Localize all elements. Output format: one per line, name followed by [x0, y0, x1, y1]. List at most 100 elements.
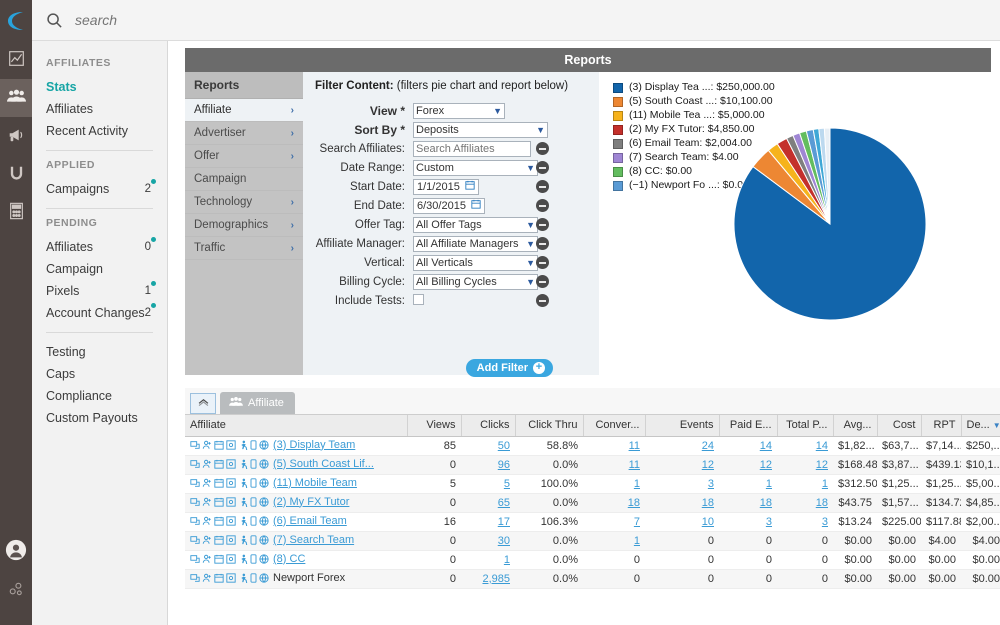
rail-item-reports[interactable]: [0, 41, 32, 79]
runner-icon[interactable]: [238, 535, 248, 548]
screen-icon[interactable]: [226, 516, 236, 529]
desktop-icon[interactable]: [190, 459, 200, 472]
person-add-icon[interactable]: [202, 459, 212, 472]
remove-filter-button[interactable]: [536, 294, 549, 307]
mobile-icon[interactable]: [250, 516, 257, 529]
table-row[interactable]: (11) Mobile Team55100.0%1311$312.50$1,25…: [185, 474, 1000, 493]
calendar-icon[interactable]: [465, 180, 475, 193]
table-cell[interactable]: 14: [719, 436, 777, 455]
filter-select-sort-by[interactable]: Deposits: [413, 122, 548, 138]
column-header-clicks[interactable]: Clicks: [461, 415, 515, 436]
table-cell[interactable]: 12: [645, 455, 719, 474]
remove-filter-button[interactable]: [536, 161, 549, 174]
search-input[interactable]: [73, 11, 373, 29]
runner-icon[interactable]: [238, 516, 248, 529]
remove-filter-button[interactable]: [536, 275, 549, 288]
affiliate-name[interactable]: (5) South Coast Lif...: [273, 458, 374, 470]
screen-icon[interactable]: [226, 440, 236, 453]
remove-filter-button[interactable]: [536, 256, 549, 269]
table-cell[interactable]: 96: [461, 455, 515, 474]
column-header-paid-e[interactable]: Paid E...: [719, 415, 777, 436]
calendar-icon[interactable]: [214, 516, 224, 529]
desktop-icon[interactable]: [190, 440, 200, 453]
subnav-item-advertiser[interactable]: Advertiser›: [185, 122, 303, 145]
remove-filter-button[interactable]: [536, 180, 549, 193]
calendar-icon[interactable]: [214, 535, 224, 548]
mobile-icon[interactable]: [250, 573, 257, 586]
rail-item-traffic[interactable]: [0, 155, 32, 193]
subnav-item-offer[interactable]: Offer›: [185, 145, 303, 168]
table-cell[interactable]: 12: [777, 455, 833, 474]
screen-icon[interactable]: [226, 554, 236, 567]
rail-item-affiliates[interactable]: [0, 79, 32, 117]
person-add-icon[interactable]: [202, 478, 212, 491]
sidebar-item-campaign[interactable]: Campaign: [46, 258, 167, 280]
subnav-item-affiliate[interactable]: Affiliate›: [185, 99, 303, 122]
desktop-icon[interactable]: [190, 554, 200, 567]
tab-affiliate[interactable]: Affiliate: [220, 392, 295, 414]
affiliate-name[interactable]: (2) My FX Tutor: [273, 496, 349, 508]
remove-filter-button[interactable]: [536, 199, 549, 212]
table-cell[interactable]: 1: [583, 531, 645, 550]
person-add-icon[interactable]: [202, 497, 212, 510]
mobile-icon[interactable]: [250, 497, 257, 510]
desktop-icon[interactable]: [190, 497, 200, 510]
filter-select-vertical[interactable]: All Verticals: [413, 255, 538, 271]
table-cell[interactable]: 12: [719, 455, 777, 474]
runner-icon[interactable]: [238, 478, 248, 491]
desktop-icon[interactable]: [190, 478, 200, 491]
sidebar-item-testing[interactable]: Testing: [46, 341, 167, 363]
calendar-icon[interactable]: [214, 573, 224, 586]
globe-icon[interactable]: [259, 459, 269, 472]
table-cell[interactable]: 17: [461, 512, 515, 531]
table-cell[interactable]: 30: [461, 531, 515, 550]
person-add-icon[interactable]: [202, 440, 212, 453]
desktop-icon[interactable]: [190, 573, 200, 586]
table-row[interactable]: (3) Display Team855058.8%11241414$1,82..…: [185, 436, 1000, 455]
person-add-icon[interactable]: [202, 535, 212, 548]
column-header-rpt[interactable]: RPT: [921, 415, 961, 436]
sidebar-item-stats[interactable]: Stats: [46, 76, 167, 98]
table-cell[interactable]: 1: [719, 474, 777, 493]
column-header-cost[interactable]: Cost: [877, 415, 921, 436]
collapse-button[interactable]: [190, 393, 216, 414]
column-header-click-thru[interactable]: Click Thru: [515, 415, 583, 436]
table-cell[interactable]: 18: [777, 493, 833, 512]
globe-icon[interactable]: [259, 554, 269, 567]
sidebar-item-custom-payouts[interactable]: Custom Payouts: [46, 407, 167, 429]
table-cell[interactable]: 3: [645, 474, 719, 493]
subnav-item-technology[interactable]: Technology›: [185, 191, 303, 214]
sidebar-item-recent-activity[interactable]: Recent Activity: [46, 120, 167, 142]
settings-button[interactable]: [0, 571, 32, 611]
search-affiliates-input[interactable]: [413, 141, 531, 157]
table-cell[interactable]: 1: [461, 550, 515, 569]
sidebar-item-campaigns[interactable]: Campaigns2: [46, 178, 167, 200]
mobile-icon[interactable]: [250, 535, 257, 548]
table-row[interactable]: (7) Search Team0300.0%1000$0.00$0.00$4.0…: [185, 531, 1000, 550]
table-cell[interactable]: 7: [583, 512, 645, 531]
column-header-total-p[interactable]: Total P...: [777, 415, 833, 436]
globe-icon[interactable]: [259, 535, 269, 548]
screen-icon[interactable]: [226, 497, 236, 510]
mobile-icon[interactable]: [250, 478, 257, 491]
calendar-icon[interactable]: [214, 459, 224, 472]
filter-select-offer-tag[interactable]: All Offer Tags: [413, 217, 538, 233]
column-header-events[interactable]: Events: [645, 415, 719, 436]
include-tests-checkbox[interactable]: [413, 294, 424, 305]
user-profile-button[interactable]: [0, 531, 32, 571]
globe-icon[interactable]: [259, 478, 269, 491]
filter-select-view[interactable]: Forex: [413, 103, 505, 119]
screen-icon[interactable]: [226, 573, 236, 586]
runner-icon[interactable]: [238, 554, 248, 567]
subnav-item-demographics[interactable]: Demographics›: [185, 214, 303, 237]
filter-select-date-range[interactable]: Custom: [413, 160, 538, 176]
date-input-start[interactable]: 1/1/2015: [413, 179, 479, 195]
table-row[interactable]: Newport Forex02,9850.0%0000$0.00$0.00$0.…: [185, 569, 1000, 588]
sidebar-item-pixels[interactable]: Pixels1: [46, 280, 167, 302]
globe-icon[interactable]: [259, 516, 269, 529]
table-cell[interactable]: 10: [645, 512, 719, 531]
desktop-icon[interactable]: [190, 535, 200, 548]
screen-icon[interactable]: [226, 535, 236, 548]
table-cell[interactable]: 3: [777, 512, 833, 531]
person-add-icon[interactable]: [202, 516, 212, 529]
